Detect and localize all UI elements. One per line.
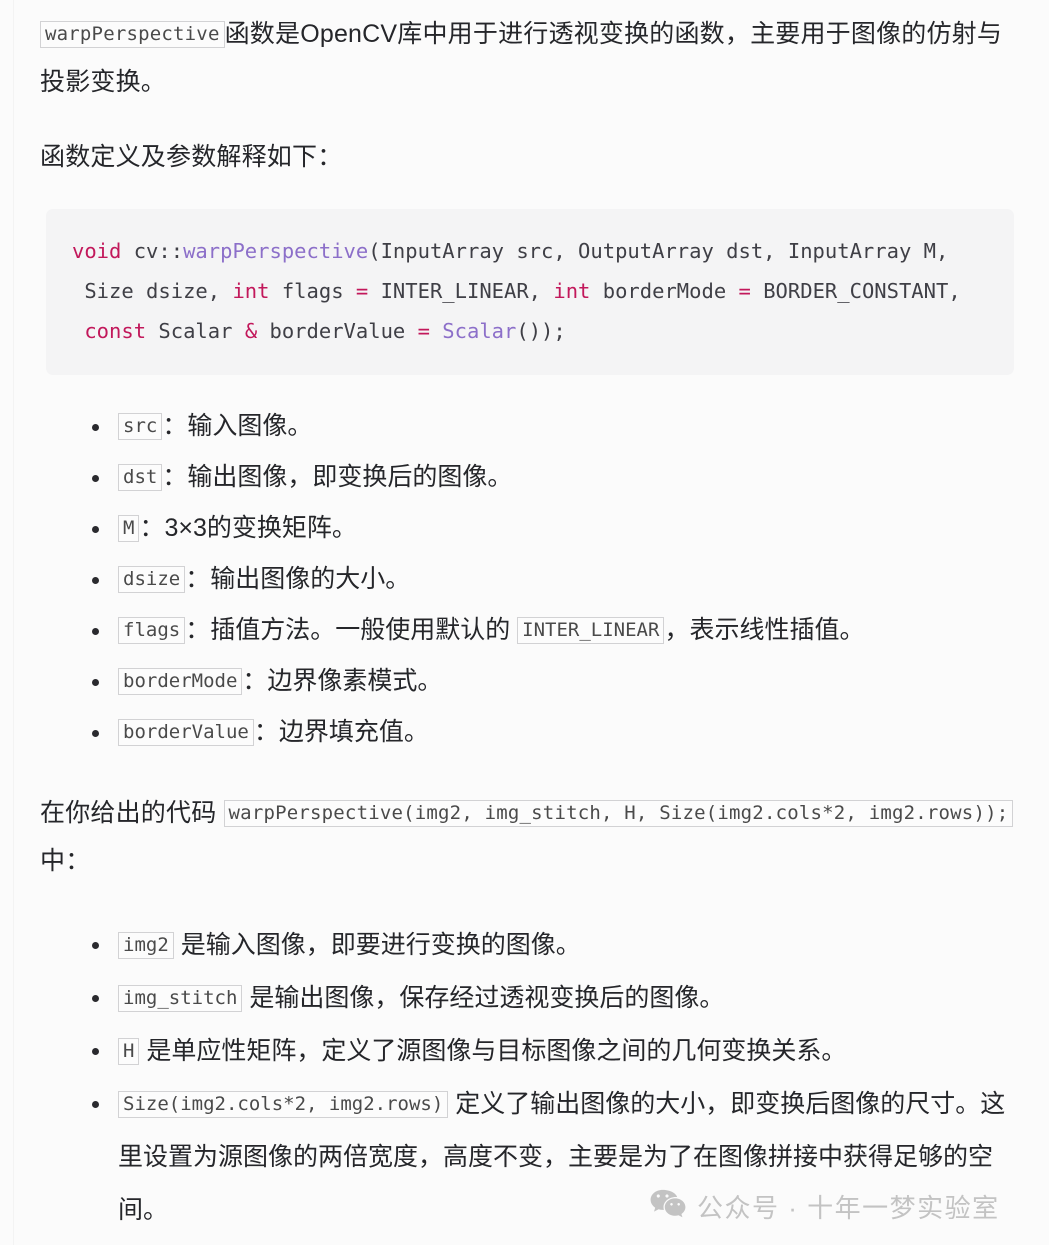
definition-lead: 函数定义及参数解释如下： xyxy=(40,143,343,171)
usage-paragraph: 在你给出的代码 warpPerspective(img2, img_stitch… xyxy=(40,758,1017,885)
code-tokens: void cv::warpPerspective(InputArray src,… xyxy=(72,239,961,343)
left-edge-rule xyxy=(13,0,14,1245)
inline-code-warpperspective: warpPerspective xyxy=(40,21,225,48)
inline-code-usage-call: warpPerspective(img2, img_stitch, H, Siz… xyxy=(223,800,1014,827)
list-item: src ：输入图像。 xyxy=(40,401,1017,452)
list-item-text: ：输出图像，即变换后的图像。 xyxy=(162,463,513,491)
code-token-op: & xyxy=(244,319,258,343)
list-item-text: 是单应性矩阵，定义了源图像与目标图像之间的几何变换关系。 xyxy=(139,1037,847,1065)
code-token-fn: warpPerspective xyxy=(183,239,369,263)
list-item: dst ：输出图像，即变换后的图像。 xyxy=(40,452,1017,503)
usage-paragraph-suffix: 中： xyxy=(40,847,91,875)
code-token-op: = xyxy=(738,279,751,303)
intro-paragraph: warpPerspective 函数是OpenCV库中用于进行透视变换的函数，主要… xyxy=(40,0,1017,106)
code-token-op: = xyxy=(355,279,369,303)
list-item-text: ：插值方法。一般使用默认的 xyxy=(185,616,518,644)
inline-code-m: M xyxy=(118,515,140,542)
list-item: img_stitch 是输出图像，保存经过透视变换后的图像。 xyxy=(40,972,1017,1025)
inline-code-img-stitch: img_stitch xyxy=(118,985,243,1012)
inline-code-src: src xyxy=(118,413,163,440)
list-item: borderMode ：边界像素模式。 xyxy=(40,656,1017,707)
watermark-text: 公众号 · 十年一梦实验室 xyxy=(697,1193,1000,1223)
list-item-text: ：边界像素模式。 xyxy=(242,667,443,695)
code-token-fn: Scalar xyxy=(442,319,517,343)
watermark: 公众号 · 十年一梦实验室 xyxy=(650,1188,1000,1225)
code-block: void cv::warpPerspective(InputArray src,… xyxy=(46,209,1014,375)
list-item-text-2: ，表示线性插值。 xyxy=(664,616,865,644)
inline-code-inter-linear: INTER_LINEAR xyxy=(517,617,665,644)
list-item: img2 是输入图像，即要进行变换的图像。 xyxy=(40,919,1017,972)
inline-code-size-call: Size(img2.cols*2, img2.rows) xyxy=(118,1091,449,1118)
inline-code-flags: flags xyxy=(118,617,186,644)
list-item-text: ：边界填充值。 xyxy=(253,718,429,746)
list-item: M ：3×3的变换矩阵。 xyxy=(40,503,1017,554)
list-item-text: 是输出图像，保存经过透视变换后的图像。 xyxy=(242,984,725,1012)
inline-code-h: H xyxy=(118,1038,140,1065)
list-item-text: ：3×3的变换矩阵。 xyxy=(139,514,357,542)
list-item-text: ：输出图像的大小。 xyxy=(185,565,411,593)
code-block-content: void cv::warpPerspective(InputArray src,… xyxy=(72,231,988,351)
article-page: warpPerspective 函数是OpenCV库中用于进行透视变换的函数，主要… xyxy=(0,0,1049,1245)
list-item-text: ：输入图像。 xyxy=(162,412,313,440)
inline-code-bordervalue: borderValue xyxy=(118,719,254,746)
list-item: dsize ：输出图像的大小。 xyxy=(40,554,1017,605)
code-token-kw: int xyxy=(553,279,591,303)
inline-code-img2: img2 xyxy=(118,932,174,959)
code-token-kw: int xyxy=(232,279,270,303)
wechat-icon xyxy=(650,1189,686,1225)
list-item: flags ：插值方法。一般使用默认的 INTER_LINEAR ，表示线性插值。 xyxy=(40,605,1017,656)
code-token-kw: void xyxy=(72,239,122,263)
list-item-text: 是输入图像，即要进行变换的图像。 xyxy=(173,931,581,959)
inline-code-dst: dst xyxy=(118,464,163,491)
usage-paragraph-prefix: 在你给出的代码 xyxy=(40,799,224,827)
inline-code-bordermode: borderMode xyxy=(118,668,243,695)
code-token-kw: const xyxy=(84,319,147,343)
inline-code-dsize: dsize xyxy=(118,566,186,593)
parameter-list: src ：输入图像。 dst ：输出图像，即变换后的图像。 M ：3×3的变换矩阵。 … xyxy=(40,401,1017,758)
list-item: H 是单应性矩阵，定义了源图像与目标图像之间的几何变换关系。 xyxy=(40,1025,1017,1078)
code-token-op: = xyxy=(417,319,430,343)
list-item: borderValue ：边界填充值。 xyxy=(40,707,1017,758)
